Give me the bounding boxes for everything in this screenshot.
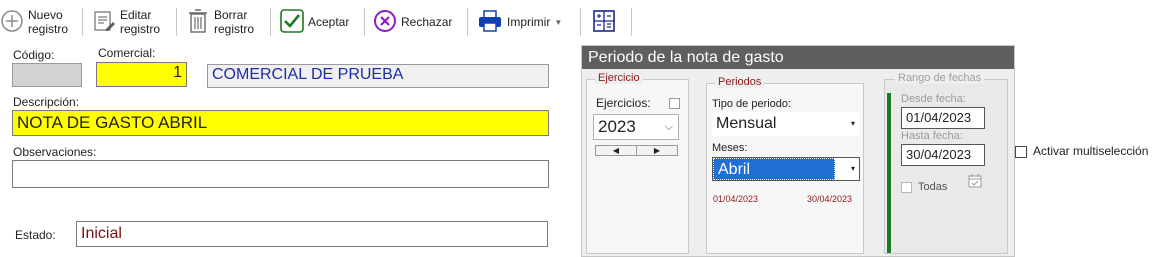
toolbar-separator [82,8,83,36]
meses-label: Meses: [712,142,748,154]
meses-select[interactable]: Abril ▾ [712,157,860,181]
imprimir-button[interactable]: Imprimir ▼ [477,4,562,40]
editar-registro-button[interactable]: Editar registro [92,4,160,40]
meses-value: Abril [713,158,835,180]
toolbar-separator [270,8,271,36]
rechazar-label: Rechazar [401,15,453,29]
desde-fecha-field[interactable]: 01/04/2023 [901,107,985,129]
edit-document-icon [92,9,116,36]
codigo-label: Código: [13,48,55,62]
toolbar-separator [631,8,632,36]
periodo-panel-title: Periodo de la nota de gasto [582,46,1014,69]
todas-label: Todas [918,181,948,193]
nuevo-registro-button[interactable]: Nuevo registro [0,4,68,40]
desde-fecha-label: Desde fecha: [901,93,966,105]
range-end-date: 30/04/2023 [807,194,853,204]
imprimir-label: Imprimir [507,15,551,29]
prev-year-icon[interactable]: ◀ [596,146,637,155]
year-value: 2023 [598,117,636,136]
comercial-label: Comercial: [98,46,156,60]
calculator-icon [592,9,616,36]
toolbar-separator [580,8,581,36]
ejercicio-group: Ejercicio Ejercicios: 2023 ⌵ ◀ ▶ [586,72,689,254]
rango-fechas-group-title: Rango de fechas [895,72,985,84]
observaciones-field[interactable] [12,160,549,188]
borrar-registro-button[interactable]: Borrar registro [186,4,254,40]
dropdown-arrow-icon: ▾ [850,119,855,128]
descripcion-label: Descripción: [13,95,80,109]
descripcion-field[interactable]: NOTA DE GASTO ABRIL [12,110,549,136]
nuevo-registro-label: Nuevo registro [28,8,69,36]
hasta-fecha-field[interactable]: 30/04/2023 [901,144,985,166]
aceptar-label: Aceptar [308,15,350,29]
tipo-periodo-label: Tipo de periodo: [712,98,792,110]
periodos-group-title: Periodos [715,76,765,88]
chevron-down-icon: ⌵ [664,121,673,133]
toolbar-separator [176,8,177,36]
editar-registro-label: Editar registro [120,8,161,36]
multiseleccion-checkbox[interactable] [1015,146,1027,158]
periodos-group: Periodos Tipo de periodo: Mensual ▾ Mese… [706,76,864,254]
check-icon [280,8,304,36]
dropdown-arrow-icon: ▾ [850,164,855,173]
aceptar-button[interactable]: Aceptar [280,4,349,40]
ejercicios-checkbox[interactable] [669,98,680,109]
rechazar-button[interactable]: Rechazar [373,4,452,40]
borrar-registro-label: Borrar registro [214,8,255,36]
estado-label: Estado: [15,228,56,242]
printer-icon [477,9,503,36]
multiseleccion-label: Activar multiselección [1033,144,1149,158]
chevron-down-icon: ▼ [554,17,563,27]
observaciones-label: Observaciones: [13,145,97,159]
active-indicator-bar [887,93,891,253]
estado-field: Inicial [76,221,548,247]
toolbar-separator [364,8,365,36]
trash-icon [186,8,210,37]
todas-checkbox[interactable] [901,182,912,193]
periodo-panel: Periodo de la nota de gasto Ejercicio Ej… [581,45,1015,257]
year-stepper[interactable]: ◀ ▶ [595,145,678,156]
ejercicios-label: Ejercicios: [596,96,651,110]
comercial-name-field: COMERCIAL DE PRUEBA [207,64,549,88]
range-start-date: 01/04/2023 [713,194,759,204]
comercial-code-field[interactable]: 1 [96,62,187,87]
rango-fechas-group: Rango de fechas Desde fecha: 01/04/2023 … [884,72,1008,254]
tipo-periodo-select[interactable]: Mensual ▾ [712,112,859,136]
codigo-field[interactable] [12,63,82,87]
ejercicio-group-title: Ejercicio [595,72,643,84]
reject-x-icon [373,9,397,36]
calendar-icon[interactable] [967,173,983,189]
tipo-periodo-value: Mensual [716,115,777,132]
toolbar-separator [467,8,468,36]
calculator-button[interactable] [592,4,616,40]
add-circle-icon [0,9,24,36]
next-year-icon[interactable]: ▶ [637,146,677,155]
hasta-fecha-label: Hasta fecha: [901,130,963,142]
year-select[interactable]: 2023 ⌵ [593,114,679,140]
